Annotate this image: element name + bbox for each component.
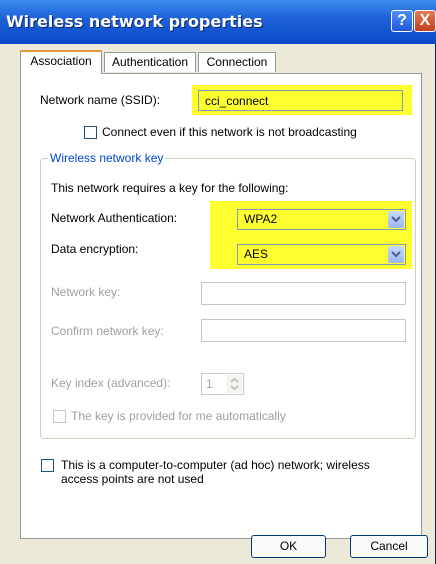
broadcast-checkbox[interactable] <box>84 126 97 139</box>
data-encryption-label: Data encryption: <box>51 242 139 256</box>
network-auth-select[interactable]: WPA2 <box>237 209 406 230</box>
dialog-window: Wireless network properties ? X Associat… <box>0 0 436 564</box>
window-title: Wireless network properties <box>6 12 263 31</box>
confirm-key-label: Confirm network key: <box>51 324 164 338</box>
ok-button[interactable]: OK <box>251 535 326 558</box>
data-encryption-select[interactable]: AES <box>237 244 406 265</box>
network-auth-value: WPA2 <box>244 212 278 226</box>
ssid-input[interactable]: cci_connect <box>198 90 403 111</box>
cancel-button[interactable]: Cancel <box>350 535 428 558</box>
broadcast-label: Connect even if this network is not broa… <box>102 125 357 139</box>
tab-connection[interactable]: Connection <box>198 52 276 72</box>
key-index-label: Key index (advanced): <box>51 376 171 390</box>
auto-key-checkbox[interactable] <box>53 410 66 423</box>
tab-authentication[interactable]: Authentication <box>104 52 196 72</box>
help-button[interactable]: ? <box>391 10 413 32</box>
tab-association[interactable]: Association <box>20 50 102 74</box>
requirement-text: This network requires a key for the foll… <box>51 181 289 195</box>
close-button[interactable]: X <box>414 10 436 32</box>
network-key-label: Network key: <box>51 285 121 299</box>
network-auth-label: Network Authentication: <box>51 211 178 225</box>
adhoc-checkbox[interactable] <box>41 459 54 472</box>
data-encryption-value: AES <box>244 247 269 261</box>
adhoc-label: This is a computer-to-computer (ad hoc) … <box>61 458 370 486</box>
wireless-key-group-label: Wireless network key <box>48 151 166 165</box>
chevron-down-icon[interactable] <box>388 246 404 263</box>
ssid-label: Network name (SSID): <box>40 93 161 107</box>
key-index-value: 1 <box>206 377 213 391</box>
network-key-input[interactable] <box>201 282 406 305</box>
auto-key-label: The key is provided for me automatically <box>71 409 286 423</box>
title-bar[interactable]: Wireless network properties ? X <box>0 0 436 44</box>
chevron-down-icon[interactable] <box>388 211 404 228</box>
stepper-arrows-icon[interactable] <box>227 375 242 393</box>
key-index-stepper[interactable]: 1 <box>201 373 244 395</box>
confirm-key-input[interactable] <box>201 319 406 342</box>
